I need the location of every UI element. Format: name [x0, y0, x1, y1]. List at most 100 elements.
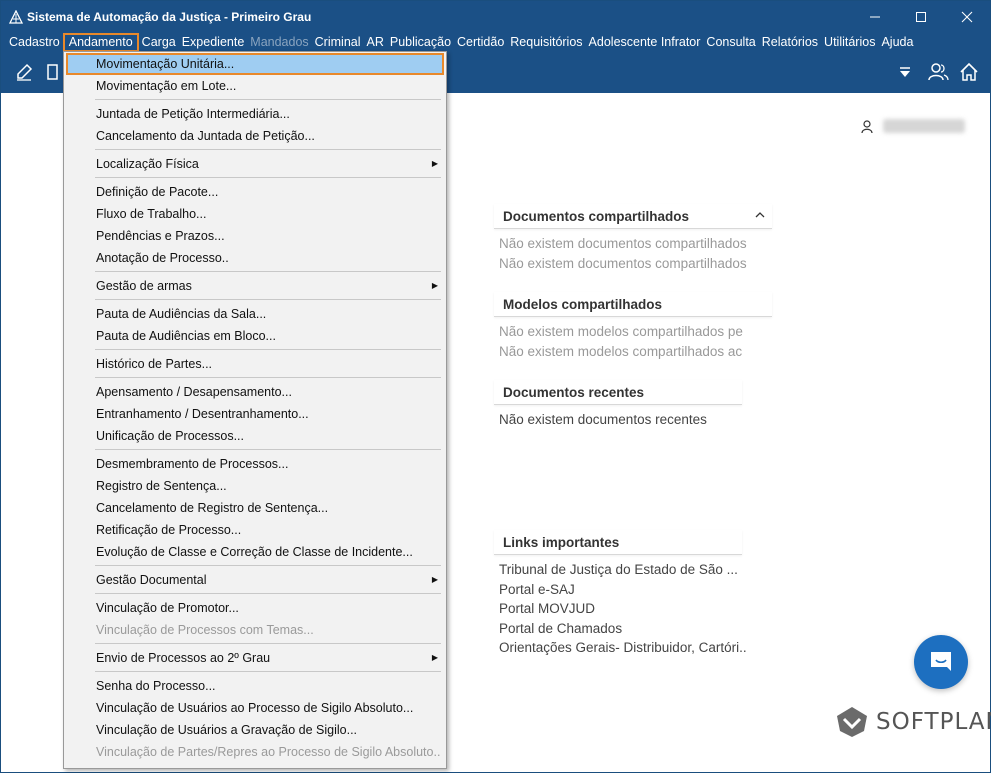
dropdown-item-label: Senha do Processo...: [96, 679, 216, 693]
andamento-dropdown-menu: Movimentação Unitária... Movimentação em …: [63, 51, 447, 769]
dropdown-item[interactable]: Movimentação em Lote...: [66, 75, 444, 97]
dropdown-item: Vinculação de Processos com Temas...: [66, 619, 444, 641]
close-button[interactable]: [944, 1, 990, 32]
minimize-button[interactable]: [852, 1, 898, 32]
dropdown-item[interactable]: Apensamento / Desapensamento...: [66, 381, 444, 403]
dropdown-item-label: Pauta de Audiências em Bloco...: [96, 329, 276, 343]
minimize-icon: [870, 16, 880, 17]
dropdown-item[interactable]: Pauta de Audiências em Bloco...: [66, 325, 444, 347]
panel-header[interactable]: Modelos compartilhados: [494, 292, 772, 317]
menu-item-cadastro[interactable]: Cadastro: [6, 33, 63, 52]
dropdown-item[interactable]: Anotação de Processo..: [66, 247, 444, 269]
link-item[interactable]: Tribunal de Justiça do Estado de São ...: [499, 560, 747, 580]
dropdown-item[interactable]: Envio de Processos ao 2º Grau ▶: [66, 647, 444, 669]
dropdown-item-label: Movimentação em Lote...: [96, 79, 237, 93]
menu-separator: [95, 271, 441, 272]
submenu-arrow-icon: ▶: [431, 575, 438, 584]
menu-item-mandados: Mandados: [250, 35, 309, 49]
dropdown-item-label: Registro de Sentença...: [96, 479, 227, 493]
menu-item-criminal[interactable]: Criminal: [312, 33, 364, 52]
dropdown-item[interactable]: Cancelamento de Registro de Sentença...: [66, 497, 444, 519]
menu-item-ar[interactable]: AR: [364, 33, 387, 52]
maximize-button[interactable]: [898, 1, 944, 32]
menu-separator: [95, 349, 441, 350]
dropdown-item[interactable]: Vinculação de Usuários a Gravação de Sig…: [66, 719, 444, 741]
users-icon[interactable]: [927, 61, 949, 83]
dropdown-item-label: Localização Física: [96, 157, 199, 171]
panel-header[interactable]: Links importantes: [494, 530, 742, 555]
menu-separator: [95, 299, 441, 300]
menu-item-consulta[interactable]: Consulta: [703, 33, 758, 52]
dropdown-item[interactable]: Movimentação Unitária...: [66, 53, 444, 75]
dropdown-item[interactable]: Evolução de Classe e Correção de Classe …: [66, 541, 444, 563]
menu-item-relat-rios[interactable]: Relatórios: [759, 33, 821, 52]
dropdown-item[interactable]: Gestão Documental ▶: [66, 569, 444, 591]
link-item[interactable]: Portal de Chamados: [499, 619, 747, 639]
link-item[interactable]: Portal MOVJUD: [499, 599, 747, 619]
dropdown-item-label: Retificação de Processo...: [96, 523, 242, 537]
menu-item-carga[interactable]: Carga: [139, 33, 179, 52]
dropdown-item[interactable]: Fluxo de Trabalho...: [66, 203, 444, 225]
dropdown-item-label: Vinculação de Partes/Repres ao Processo …: [96, 745, 441, 759]
menu-item-expediente[interactable]: Expediente: [179, 33, 248, 52]
dropdown-item[interactable]: Histórico de Partes...: [66, 353, 444, 375]
softplan-logo: SOFTPLAN: [834, 705, 991, 739]
brand-name: SOFTPLAN: [876, 709, 991, 735]
dropdown-item[interactable]: Cancelamento da Juntada de Petição...: [66, 125, 444, 147]
dropdown-item-label: Anotação de Processo..: [96, 251, 229, 265]
window-title: Sistema de Automação da Justiça - Primei…: [27, 9, 312, 24]
dropdown-item-label: Movimentação Unitária...: [96, 57, 235, 71]
dropdown-item-label: Desmembramento de Processos...: [96, 457, 289, 471]
dropdown-item-label: Pendências e Prazos...: [96, 229, 225, 243]
dropdown-item[interactable]: Retificação de Processo...: [66, 519, 444, 541]
dropdown-item[interactable]: Unificação de Processos...: [66, 425, 444, 447]
menu-separator: [95, 593, 441, 594]
dropdown-arrow-icon[interactable]: [894, 61, 916, 83]
panel-shared-models: Modelos compartilhados Não existem model…: [494, 292, 772, 361]
panel-header[interactable]: Documentos recentes: [494, 380, 742, 405]
dropdown-item[interactable]: Localização Física ▶: [66, 153, 444, 175]
dropdown-item[interactable]: Registro de Sentença...: [66, 475, 444, 497]
close-icon: [961, 11, 973, 22]
dropdown-item-label: Fluxo de Trabalho...: [96, 207, 207, 221]
dropdown-item-label: Gestão de armas: [96, 279, 192, 293]
panel-header[interactable]: Documentos compartilhados: [494, 204, 772, 229]
dropdown-item[interactable]: Pauta de Audiências da Sala...: [66, 303, 444, 325]
menu-item-utilit-rios[interactable]: Utilitários: [821, 33, 878, 52]
dropdown-item[interactable]: Pendências e Prazos...: [66, 225, 444, 247]
chevron-up-icon: [755, 212, 765, 218]
dropdown-item[interactable]: Desmembramento de Processos...: [66, 453, 444, 475]
link-item[interactable]: Portal e-SAJ: [499, 580, 747, 600]
menu-separator: [95, 177, 441, 178]
menu-item-andamento[interactable]: Andamento: [62, 33, 139, 52]
menu-item-adolescente-infrator[interactable]: Adolescente Infrator: [586, 33, 704, 52]
dropdown-item-label: Vinculação de Promotor...: [96, 601, 239, 615]
edit-document-icon[interactable]: [13, 61, 35, 83]
home-icon[interactable]: [958, 61, 980, 83]
dropdown-item-label: Histórico de Partes...: [96, 357, 213, 371]
panel-line: Não existem documentos recentes: [499, 412, 707, 427]
user-name-redacted: [883, 119, 965, 133]
menu-item-ajuda[interactable]: Ajuda: [878, 33, 916, 52]
chat-button[interactable]: [914, 635, 968, 689]
menu-item-publica-o[interactable]: Publicação: [387, 33, 454, 52]
menu-separator: [95, 99, 441, 100]
submenu-arrow-icon: ▶: [431, 159, 438, 168]
user-icon: [861, 119, 873, 133]
link-item[interactable]: Orientações Gerais- Distribuidor, Cartór…: [499, 638, 747, 658]
search-document-icon[interactable]: [43, 61, 65, 83]
title-bar: Sistema de Automação da Justiça - Primei…: [1, 1, 990, 32]
dropdown-item[interactable]: Juntada de Petição Intermediária...: [66, 103, 444, 125]
dropdown-item[interactable]: Entranhamento / Desentranhamento...: [66, 403, 444, 425]
dropdown-item-label: Envio de Processos ao 2º Grau: [96, 651, 271, 665]
dropdown-item[interactable]: Vinculação de Usuários ao Processo de Si…: [66, 697, 444, 719]
dropdown-item[interactable]: Vinculação de Promotor...: [66, 597, 444, 619]
menu-item-requisit-rios[interactable]: Requisitórios: [507, 33, 585, 52]
dropdown-item[interactable]: Definição de Pacote...: [66, 181, 444, 203]
dropdown-item-label: Definição de Pacote...: [96, 185, 219, 199]
panel-line: Não existem modelos compartilhados pe: [499, 324, 743, 339]
dropdown-item[interactable]: Gestão de armas ▶: [66, 275, 444, 297]
panel-title: Links importantes: [503, 534, 620, 550]
dropdown-item[interactable]: Senha do Processo...: [66, 675, 444, 697]
menu-item-certid-o[interactable]: Certidão: [454, 33, 507, 52]
